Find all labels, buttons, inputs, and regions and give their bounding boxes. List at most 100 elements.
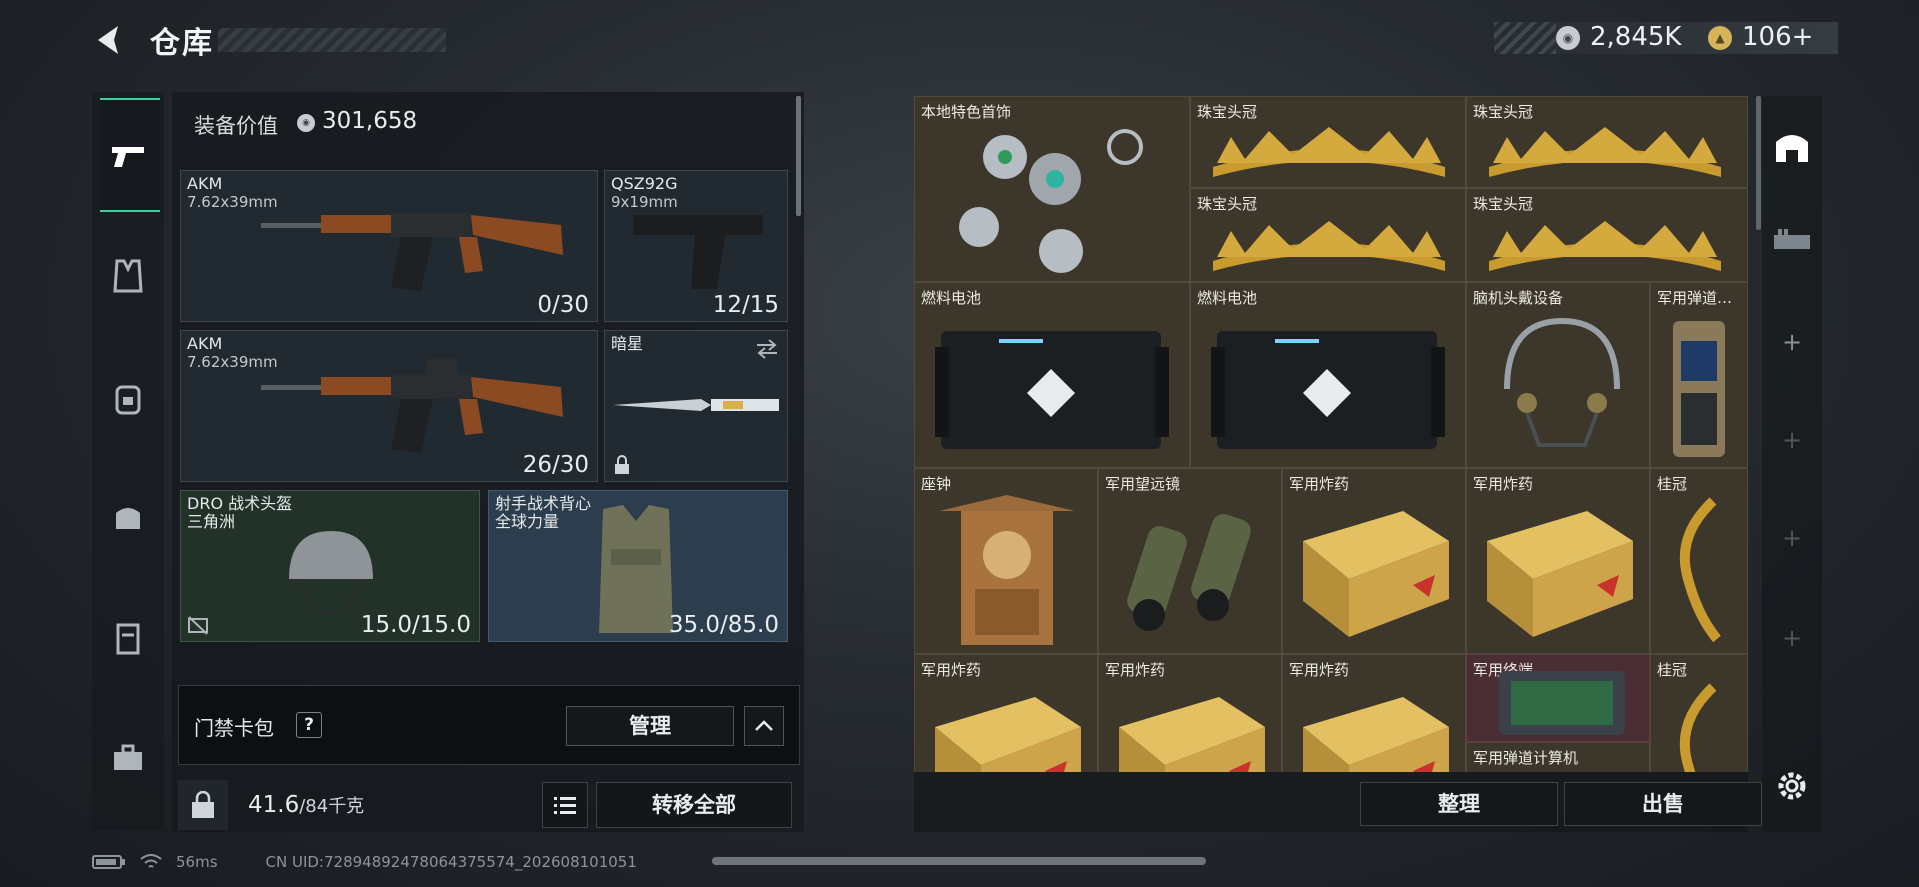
rail-armor[interactable] [104, 250, 152, 302]
storage-item[interactable]: 本地特色首饰 [914, 96, 1190, 282]
item-name: 脑机头戴设备 [1473, 289, 1564, 307]
rail-weapons[interactable] [104, 130, 152, 182]
add-tab-button[interactable]: + [1772, 322, 1812, 362]
vest-icon [113, 259, 143, 293]
item-name: 座钟 [921, 475, 952, 493]
list-icon [554, 797, 576, 814]
slot-name: 暗星 [611, 334, 644, 353]
carry-weight: 41.6/84千克 [248, 792, 364, 818]
storage-item[interactable]: 珠宝头冠 [1466, 96, 1748, 188]
swap-icon[interactable] [755, 339, 779, 359]
storage-item[interactable]: 军用炸药 [1282, 468, 1466, 654]
sidearm-slot[interactable]: QSZ92G 9x19mm 12/15 [604, 170, 788, 322]
pouch-icon [116, 623, 140, 655]
rifle-icon [261, 359, 563, 453]
vest-icon [599, 505, 673, 633]
title-decoration [218, 28, 446, 52]
status-bar: 56ms CN UID:7289489247806437557​4_202608… [92, 852, 637, 872]
pistol-icon [633, 215, 763, 289]
storage-item[interactable]: 军用望远镜 [1098, 468, 1282, 654]
explosive-crate-icon [1303, 511, 1449, 637]
storage-item[interactable]: 军用炸药 [1466, 468, 1650, 654]
page-title: 仓库 [150, 26, 214, 61]
explosive-crate-icon [1303, 697, 1449, 772]
ammo-count: 12/15 [712, 292, 779, 318]
storage-item[interactable]: 桂冠 [1650, 654, 1748, 772]
tiara-icon [1213, 127, 1445, 177]
storage-item[interactable]: 脑机头戴设备 [1466, 282, 1650, 468]
uid: CN UID:7289489247806437557​4_20260810105… [265, 853, 637, 871]
explosive-crate-icon [1487, 511, 1633, 637]
item-name: 珠宝头冠 [1197, 195, 1258, 213]
storage-item[interactable]: 军用炸药 [1098, 654, 1282, 772]
explosive-crate-icon [935, 697, 1081, 772]
gold-balance[interactable]: 106+ [1742, 22, 1813, 52]
home-indicator[interactable] [712, 857, 1206, 865]
weight-capacity: /84千克 [299, 796, 365, 817]
storage-tab-2[interactable] [1772, 222, 1812, 262]
item-name: 珠宝头冠 [1197, 103, 1258, 121]
storage-item[interactable]: 珠宝头冠 [1190, 96, 1466, 188]
currency-bar-stripes [1494, 22, 1556, 54]
settings-button[interactable] [1772, 766, 1812, 806]
chevron-up-icon [755, 720, 773, 731]
terminal-icon [1499, 671, 1625, 735]
slot-name: AKM [187, 174, 223, 193]
keycard-label: 门禁卡包 [194, 716, 274, 740]
sort-button[interactable]: 整理 [1360, 782, 1558, 826]
battery-icon [92, 855, 125, 869]
add-tab-button[interactable]: + [1772, 420, 1812, 460]
tiara-icon [1489, 221, 1721, 271]
collapse-button[interactable] [744, 706, 784, 746]
storage-item[interactable]: 桂冠 [1650, 468, 1748, 654]
item-name: 桂冠 [1657, 475, 1688, 493]
back-button[interactable] [92, 22, 128, 58]
sell-button[interactable]: 出售 [1564, 782, 1762, 826]
rail-bag[interactable] [104, 490, 152, 542]
tiara-icon [1489, 127, 1721, 177]
melee-slot[interactable]: 暗星 [604, 330, 788, 482]
storage-scrollbar[interactable] [1756, 96, 1761, 230]
ping: 56ms [176, 853, 218, 871]
manage-button[interactable]: 管理 [566, 706, 734, 746]
add-tab-button[interactable]: + [1772, 618, 1812, 658]
list-view-button[interactable] [542, 782, 588, 828]
item-name: 珠宝头冠 [1473, 103, 1534, 121]
storage-tab-rail [1762, 96, 1822, 832]
back-arrow-icon [98, 26, 118, 54]
storage-item[interactable]: 燃料电池 [1190, 282, 1466, 468]
transfer-all-button[interactable]: 转移全部 [596, 782, 792, 828]
silver-coin-icon: ◉ [297, 114, 315, 132]
rail-pouch[interactable] [104, 612, 152, 664]
storage-item[interactable]: 军用炸药 [914, 654, 1098, 772]
storage-item[interactable]: 军用弹道… [1650, 282, 1748, 468]
rail-backpack[interactable] [104, 372, 152, 424]
slot-name: DRO 战术头盔 三角洲 [187, 494, 293, 531]
primary-weapon-slot-2[interactable]: AKM 7.62x39mm 26/30 [180, 330, 598, 482]
storage-item[interactable]: 军用炸药 [1282, 654, 1466, 772]
storage-item[interactable]: 座钟 [914, 468, 1098, 654]
storage-item[interactable]: 珠宝头冠 [1466, 188, 1748, 282]
slot-name: AKM [187, 334, 223, 353]
equipment-scrollbar[interactable] [796, 96, 801, 216]
wifi-icon [140, 854, 162, 868]
ballistic-device-icon [1673, 321, 1725, 457]
storage-item[interactable]: 军用弹道计算机 [1466, 742, 1650, 772]
item-name: 燃料电池 [1197, 289, 1258, 307]
equipment-value-label: 装备价值 [194, 114, 278, 138]
item-name: 军用弹道… [1657, 289, 1733, 307]
lock-icon [615, 455, 629, 474]
helmet-slot[interactable]: DRO 战术头盔 三角洲 15.0/15.0 [180, 490, 480, 642]
durability: 35.0/85.0 [668, 612, 779, 638]
help-button[interactable]: ? [296, 712, 322, 738]
add-tab-button[interactable]: + [1772, 518, 1812, 558]
knife-icon [613, 399, 779, 411]
vest-slot[interactable]: 射手战术背心 全球力量 35.0/85.0 [488, 490, 788, 642]
storage-item[interactable]: 军用终端 [1466, 654, 1650, 742]
storage-item[interactable]: 珠宝头冠 [1190, 188, 1466, 282]
weight-current: 41.6 [248, 792, 300, 818]
storage-tab-main[interactable] [1772, 126, 1812, 166]
primary-weapon-slot-1[interactable]: AKM 7.62x39mm 0/30 [180, 170, 598, 322]
storage-item[interactable]: 燃料电池 [914, 282, 1190, 468]
rail-case[interactable] [104, 732, 152, 784]
